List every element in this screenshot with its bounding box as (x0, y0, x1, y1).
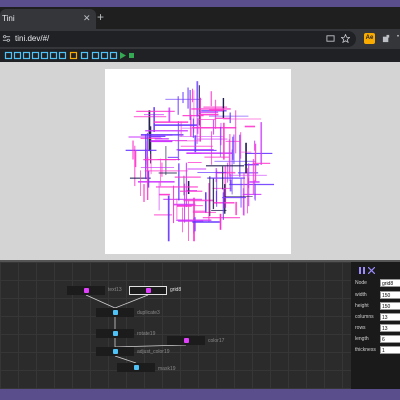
inspector-panel: Node grid8 width 150 height 150 columns 13 rows 1… (351, 262, 400, 389)
prop-label: rows (355, 325, 366, 331)
prop-input[interactable]: grid8 (380, 279, 400, 287)
prop-label: length (355, 336, 369, 342)
node-label: text13 (108, 287, 122, 293)
node-label: grid8 (170, 287, 182, 293)
inspector-row: thickness 1 (355, 346, 400, 355)
graph-node[interactable] (96, 347, 134, 356)
eye-icon[interactable] (80, 51, 89, 60)
node-type-icon (146, 288, 151, 293)
list-icon[interactable] (22, 51, 31, 60)
preview-area (0, 62, 400, 260)
prop-input[interactable]: 150 (380, 291, 400, 299)
node-wire (85, 294, 116, 309)
node-type-icon (113, 349, 118, 354)
inspector-row: columns 13 (355, 313, 400, 322)
node-label: color17 (208, 338, 225, 344)
node-type-icon (84, 288, 89, 293)
extension-icon[interactable]: Ae (364, 33, 375, 44)
canvas-sheet (105, 69, 291, 254)
prop-input[interactable]: 6 (380, 335, 400, 343)
step-back-icon[interactable] (100, 51, 109, 60)
prop-label: Node (355, 280, 367, 286)
address-bar[interactable]: tini.dev/#/ (0, 31, 356, 47)
prop-label: width (355, 292, 367, 298)
app-toolbar (0, 49, 400, 62)
graph-node[interactable] (167, 336, 205, 345)
cast-icon[interactable] (326, 34, 335, 43)
browser-tab[interactable]: Tini ✕ (0, 9, 96, 29)
palette-icon[interactable] (69, 51, 78, 60)
extensions-icon[interactable] (382, 34, 391, 43)
inspector-row: Node grid8 (355, 279, 400, 288)
step-forward-icon[interactable] (109, 51, 118, 60)
inspector-row: width 150 (355, 291, 400, 300)
bookmark-star-icon[interactable] (341, 34, 350, 43)
graph-node[interactable] (117, 363, 155, 372)
infinity-icon[interactable] (58, 51, 67, 60)
inspector-row: rows 13 (355, 324, 400, 333)
inspector-row: height 150 (355, 302, 400, 311)
graph-node[interactable] (96, 329, 134, 338)
play-icon[interactable] (118, 51, 127, 60)
download-icon[interactable] (40, 51, 49, 60)
stop-icon[interactable] (127, 51, 136, 60)
node-wire (114, 355, 137, 364)
close-icon[interactable]: ✕ (83, 13, 91, 24)
pause-icon[interactable] (359, 267, 365, 274)
link-icon[interactable] (13, 51, 22, 60)
graph-node[interactable] (67, 286, 105, 295)
node-label: rotate19 (137, 331, 156, 337)
site-settings-icon[interactable] (2, 34, 11, 43)
inspector-row: length 6 (355, 335, 400, 344)
prop-label: thickness (355, 347, 376, 353)
graph-node[interactable] (96, 308, 134, 317)
new-tab-button[interactable]: + (97, 10, 104, 24)
stack-icon[interactable] (31, 51, 40, 60)
prop-input[interactable]: 13 (380, 324, 400, 332)
node-type-icon (134, 365, 139, 370)
close-icon[interactable] (368, 267, 375, 274)
generated-artwork (125, 81, 275, 242)
node-type-icon (113, 310, 118, 315)
prop-input[interactable]: 13 (380, 313, 400, 321)
node-wire (114, 294, 149, 309)
node-label: adjust_color19 (137, 349, 170, 355)
browser-toolbar: tini.dev/#/ Ae (0, 29, 400, 49)
tab-strip: Tini ✕ + (0, 7, 400, 29)
node-type-icon (113, 331, 118, 336)
window-bottom-edge (0, 389, 400, 400)
prop-label: height (355, 303, 369, 309)
prop-label: columns (355, 314, 374, 320)
url-text[interactable]: tini.dev/#/ (15, 34, 49, 43)
tab-title: Tini (2, 14, 15, 23)
menu-icon[interactable] (396, 34, 400, 43)
rewind-icon[interactable] (91, 51, 100, 60)
node-label: duplicate3 (137, 310, 160, 316)
node-editor[interactable]: text13 grid8 duplicate3 rotate19 color17 adju… (0, 262, 351, 389)
flask-icon[interactable] (49, 51, 58, 60)
node-type-icon (184, 338, 189, 343)
prop-input[interactable]: 1 (380, 346, 400, 354)
prop-input[interactable]: 150 (380, 302, 400, 310)
grid-icon[interactable] (4, 51, 13, 60)
node-label: mask19 (158, 366, 176, 372)
graph-node[interactable] (129, 286, 167, 295)
